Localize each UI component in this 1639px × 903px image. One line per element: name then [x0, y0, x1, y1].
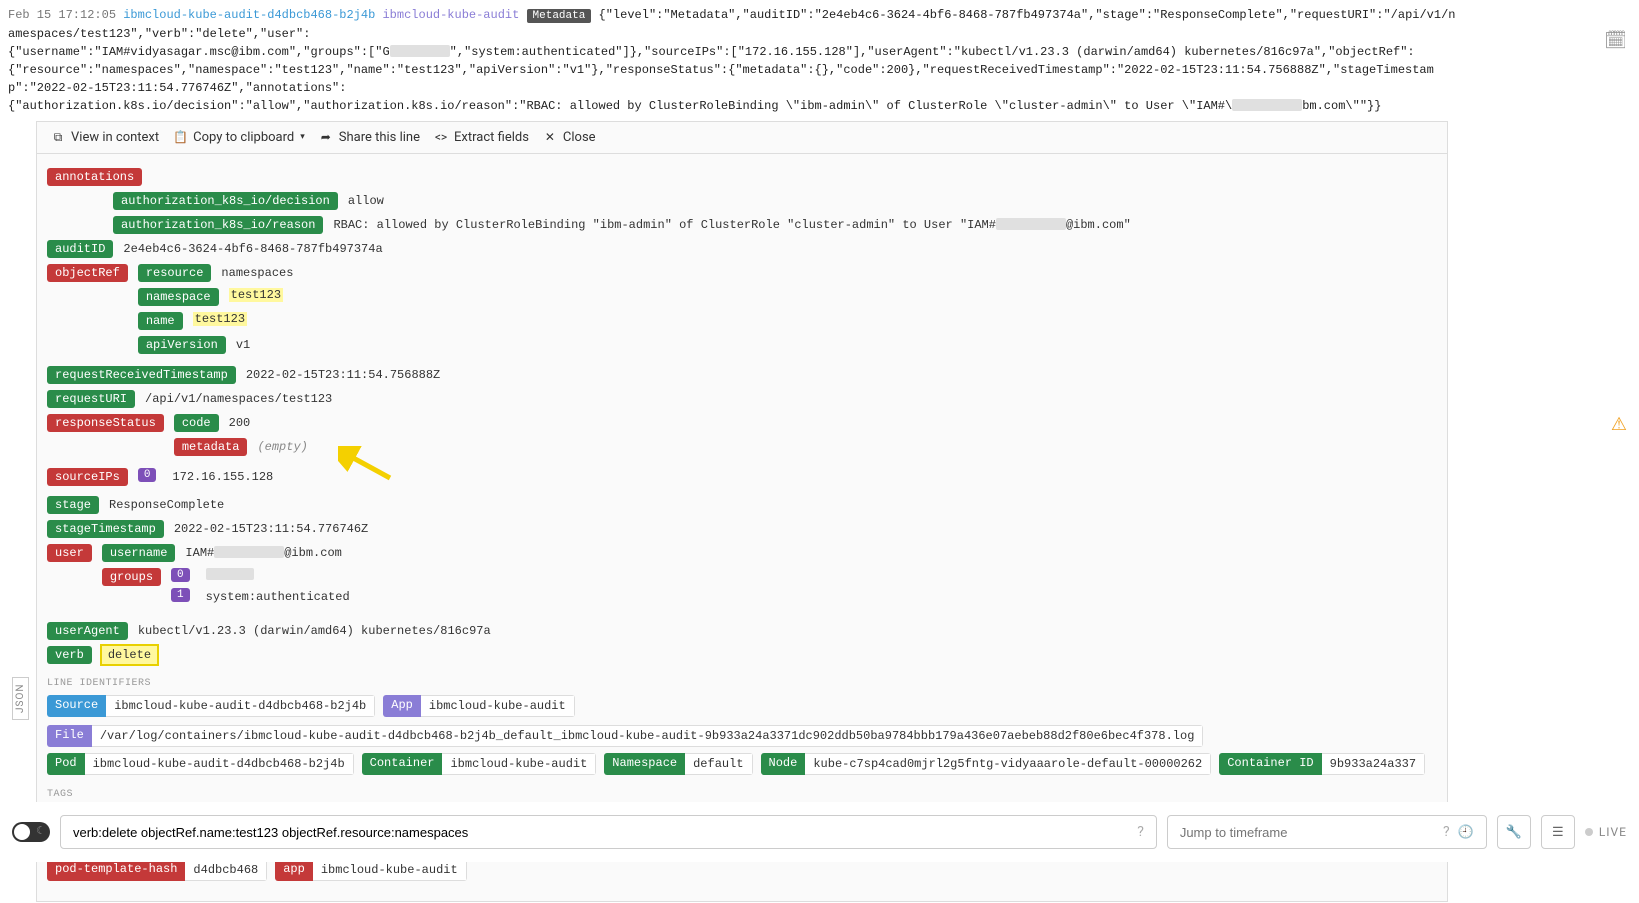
- field-auth-reason[interactable]: authorization_k8s_io/reason: [113, 216, 323, 234]
- code-icon: <>: [434, 130, 448, 144]
- field-annotations[interactable]: annotations: [47, 168, 142, 186]
- share-line-button[interactable]: ➦Share this line: [319, 130, 420, 145]
- field-value: IAM#@ibm.com: [185, 544, 341, 560]
- timeframe-box[interactable]: ? 🕘: [1167, 815, 1487, 849]
- field-value: system:authenticated: [206, 588, 350, 604]
- field-response-status[interactable]: responseStatus: [47, 414, 164, 432]
- field-value: kubectl/v1.23.3 (darwin/amd64) kubernete…: [138, 622, 491, 638]
- field-apiversion[interactable]: apiVersion: [138, 336, 226, 354]
- field-groups[interactable]: groups: [102, 568, 161, 586]
- field-value-highlighted: test123: [229, 288, 283, 302]
- chip-node[interactable]: Nodekube-c7sp4cad0mjrl2g5fntg-vidyaaarol…: [761, 753, 1212, 775]
- field-username[interactable]: username: [102, 544, 176, 562]
- chip-container-id[interactable]: Container ID9b933a24a337: [1219, 753, 1425, 775]
- chip-source[interactable]: Sourceibmcloud-kube-audit-d4dbcb468-b2j4…: [47, 695, 375, 717]
- clipboard-icon: 📋: [173, 130, 187, 144]
- calendar-icon[interactable]: 🗓: [1604, 30, 1627, 51]
- live-dot-icon: [1585, 828, 1593, 836]
- copy-to-clipboard-button[interactable]: 📋Copy to clipboard▾: [173, 130, 305, 145]
- line-identifiers-header: LINE IDENTIFIERS: [47, 678, 1437, 689]
- field-source-ips[interactable]: sourceIPs: [47, 468, 128, 486]
- close-icon: ✕: [543, 130, 557, 144]
- close-button[interactable]: ✕Close: [543, 130, 596, 145]
- array-index: 1: [171, 588, 190, 602]
- share-icon: ➦: [319, 130, 333, 144]
- redacted-text: [390, 45, 450, 57]
- field-value: 200: [229, 414, 251, 430]
- log-level-badge: Metadata: [527, 9, 592, 23]
- array-index: 0: [138, 468, 157, 482]
- field-value-empty: (empty): [257, 438, 307, 454]
- chip-app[interactable]: Appibmcloud-kube-audit: [383, 695, 574, 717]
- field-user[interactable]: user: [47, 544, 92, 562]
- log-source-host[interactable]: ibmcloud-kube-audit-d4dbcb468-b2j4b: [123, 8, 375, 22]
- live-indicator[interactable]: LIVE: [1585, 825, 1627, 839]
- detail-toolbar: ⧉View in context 📋Copy to clipboard▾ ➦Sh…: [37, 122, 1447, 154]
- array-index: 0: [171, 568, 190, 582]
- extract-fields-button[interactable]: <>Extract fields: [434, 130, 529, 145]
- field-name[interactable]: name: [138, 312, 183, 330]
- log-source-app[interactable]: ibmcloud-kube-audit: [382, 8, 519, 22]
- list-button[interactable]: ☰: [1541, 815, 1575, 849]
- moon-icon: ☾: [36, 824, 46, 837]
- field-user-agent[interactable]: userAgent: [47, 622, 128, 640]
- external-icon: ⧉: [51, 130, 65, 145]
- theme-toggle[interactable]: ☾: [12, 822, 50, 842]
- list-icon: ☰: [1552, 825, 1564, 840]
- clock-icon[interactable]: 🕘: [1458, 825, 1474, 840]
- search-box[interactable]: ?: [60, 815, 1157, 849]
- field-value: allow: [348, 192, 384, 208]
- chevron-down-icon: ▾: [300, 132, 305, 142]
- field-value: ResponseComplete: [109, 496, 224, 512]
- field-value: namespaces: [221, 264, 293, 280]
- field-request-received-timestamp[interactable]: requestReceivedTimestamp: [47, 366, 236, 384]
- fields-list: annotations authorization_k8s_io/decisio…: [37, 154, 1447, 901]
- chip-container[interactable]: Containeribmcloud-kube-audit: [362, 753, 597, 775]
- field-namespace[interactable]: namespace: [138, 288, 219, 306]
- chip-pod[interactable]: Podibmcloud-kube-audit-d4dbcb468-b2j4b: [47, 753, 354, 775]
- field-value: 172.16.155.128: [172, 468, 273, 484]
- log-header: Feb 15 17:12:05 ibmcloud-kube-audit-d4db…: [0, 0, 1470, 121]
- tags-header: TAGS: [47, 789, 1437, 800]
- timeframe-input[interactable]: [1180, 825, 1435, 840]
- field-value: 2022-02-15T23:11:54.776746Z: [174, 520, 368, 536]
- field-metadata[interactable]: metadata: [174, 438, 248, 456]
- field-auth-decision[interactable]: authorization_k8s_io/decision: [113, 192, 338, 210]
- help-icon[interactable]: ?: [1137, 824, 1144, 840]
- field-verb[interactable]: verb: [47, 646, 92, 664]
- log-detail-panel: ⧉View in context 📋Copy to clipboard▾ ➦Sh…: [36, 121, 1448, 902]
- field-value: v1: [236, 336, 250, 352]
- field-code[interactable]: code: [174, 414, 219, 432]
- help-icon[interactable]: ?: [1443, 824, 1450, 840]
- field-value-highlighted-boxed: delete: [102, 646, 157, 664]
- json-tab[interactable]: JSON: [12, 677, 29, 720]
- chip-namespace[interactable]: Namespacedefault: [604, 753, 752, 775]
- redacted-text: [206, 568, 254, 580]
- redacted-text: [1232, 99, 1302, 111]
- log-timestamp: Feb 15 17:12:05: [8, 8, 116, 22]
- right-sidebar: 🗓 ⚠: [1470, 0, 1639, 862]
- redacted-text: [996, 218, 1066, 230]
- tools-button[interactable]: 🔧: [1497, 815, 1531, 849]
- field-value: /api/v1/namespaces/test123: [145, 390, 332, 406]
- wrench-icon: 🔧: [1506, 825, 1522, 840]
- chip-file[interactable]: File/var/log/containers/ibmcloud-kube-au…: [47, 725, 1203, 747]
- field-stage[interactable]: stage: [47, 496, 99, 514]
- annotation-arrow: [338, 446, 398, 486]
- bottom-bar: ☾ ? ? 🕘 🔧 ☰ LIVE: [0, 802, 1639, 862]
- search-input[interactable]: [73, 825, 1137, 840]
- field-value: 2022-02-15T23:11:54.756888Z: [246, 366, 440, 382]
- field-objectref[interactable]: objectRef: [47, 264, 128, 282]
- view-in-context-button[interactable]: ⧉View in context: [51, 130, 159, 145]
- field-auditid[interactable]: auditID: [47, 240, 113, 258]
- redacted-text: [214, 546, 284, 558]
- field-value: 2e4eb4c6-3624-4bf6-8468-787fb497374a: [123, 240, 382, 256]
- field-value-highlighted: test123: [193, 312, 247, 326]
- field-value: RBAC: allowed by ClusterRoleBinding "ibm…: [333, 216, 1130, 232]
- field-request-uri[interactable]: requestURI: [47, 390, 135, 408]
- field-stage-timestamp[interactable]: stageTimestamp: [47, 520, 164, 538]
- warning-icon[interactable]: ⚠: [1611, 414, 1627, 435]
- field-resource[interactable]: resource: [138, 264, 212, 282]
